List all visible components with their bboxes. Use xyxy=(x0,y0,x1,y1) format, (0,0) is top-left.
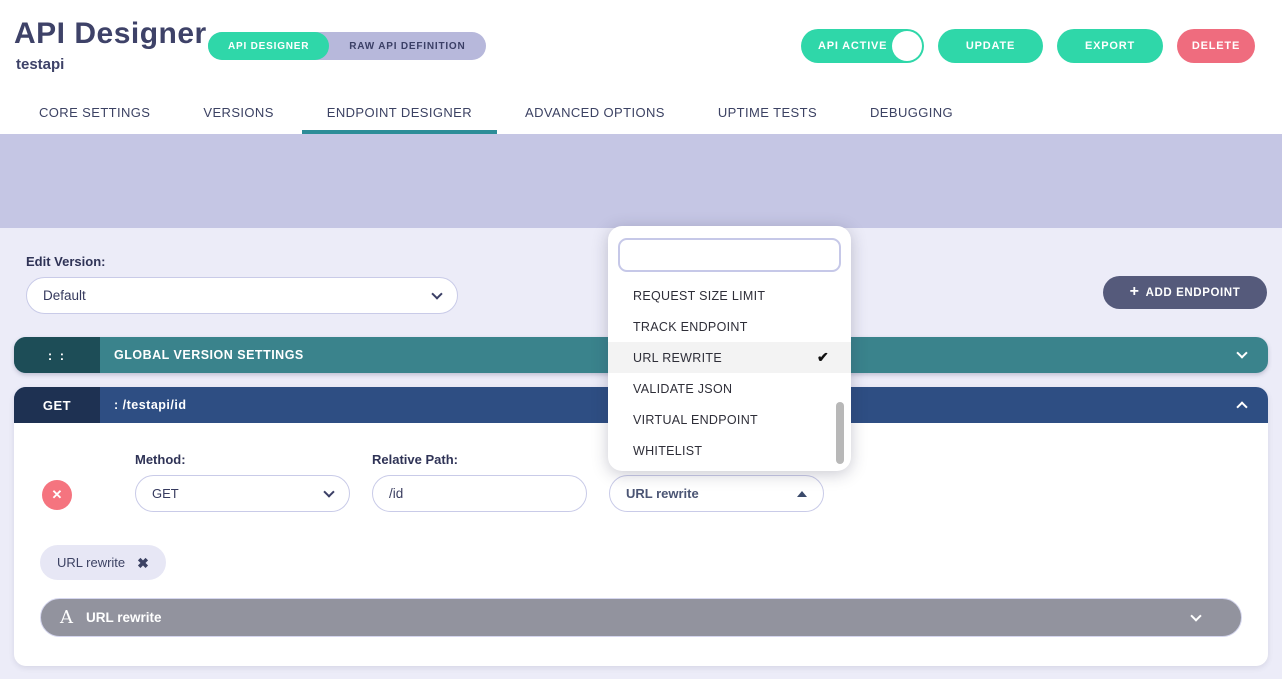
page-title: API Designer xyxy=(14,17,207,51)
endpoint-method-badge: GET xyxy=(14,387,100,423)
method-select-value: GET xyxy=(152,486,179,501)
delete-button[interactable]: DELETE xyxy=(1177,29,1255,63)
api-designer-page: API Designer testapi API DESIGNER RAW AP… xyxy=(0,0,1282,679)
url-rewrite-bar-label: URL rewrite xyxy=(86,610,162,625)
api-name-subtitle: testapi xyxy=(16,56,64,73)
page-header: API Designer testapi API DESIGNER RAW AP… xyxy=(0,0,1282,90)
chevron-down-icon[interactable] xyxy=(1236,347,1247,358)
edit-version-label: Edit Version: xyxy=(26,254,105,269)
method-label: Method: xyxy=(135,452,186,467)
section-tabs: CORE SETTINGS VERSIONS ENDPOINT DESIGNER… xyxy=(0,90,1282,134)
header-actions: API ACTIVE UPDATE EXPORT DELETE xyxy=(801,29,1255,63)
option-label: VIRTUAL ENDPOINT xyxy=(633,413,758,427)
toggle-knob xyxy=(892,31,922,61)
relative-path-label: Relative Path: xyxy=(372,452,458,467)
toggle-raw-api-definition[interactable]: RAW API DEFINITION xyxy=(329,32,485,60)
api-active-label: API ACTIVE xyxy=(818,40,887,52)
option-label: TRACK ENDPOINT xyxy=(633,320,748,334)
plugin-option-virtual-endpoint[interactable]: VIRTUAL ENDPOINT xyxy=(608,404,851,435)
plus-icon: + xyxy=(1130,283,1140,301)
global-version-settings-label: GLOBAL VERSION SETTINGS xyxy=(114,348,304,362)
plugin-chip-url-rewrite: URL rewrite ✖ xyxy=(40,545,166,580)
plugin-option-track-endpoint[interactable]: TRACK ENDPOINT xyxy=(608,311,851,342)
check-icon: ✔ xyxy=(817,349,829,366)
remove-chip-icon[interactable]: ✖ xyxy=(137,556,149,570)
plugin-option-validate-json[interactable]: VALIDATE JSON xyxy=(608,373,851,404)
chevron-up-icon[interactable] xyxy=(1236,401,1247,412)
scrollbar-thumb[interactable] xyxy=(836,402,844,464)
chevron-down-icon xyxy=(323,486,334,497)
drag-handle-icon[interactable]: : : xyxy=(14,337,100,373)
export-button[interactable]: EXPORT xyxy=(1057,29,1163,63)
plugins-select-value: URL rewrite xyxy=(626,486,699,501)
text-plugin-icon: A xyxy=(60,607,73,628)
add-endpoint-button[interactable]: + ADD ENDPOINT xyxy=(1103,276,1267,309)
update-button[interactable]: UPDATE xyxy=(938,29,1043,63)
plugins-option-list: REQUEST SIZE LIMIT TRACK ENDPOINT URL RE… xyxy=(608,280,851,466)
relative-path-input[interactable] xyxy=(372,475,587,512)
option-label: WHITELIST xyxy=(633,444,702,458)
caret-up-icon xyxy=(797,491,807,497)
tab-debugging[interactable]: DEBUGGING xyxy=(870,105,953,120)
version-select-value: Default xyxy=(43,288,86,303)
option-label: REQUEST SIZE LIMIT xyxy=(633,289,765,303)
plugin-option-url-rewrite[interactable]: URL REWRITE ✔ xyxy=(608,342,851,373)
api-info-banner: API URL: https://tyk123.cloudv2.tyk.io/t… xyxy=(0,134,1282,228)
toggle-api-designer[interactable]: API DESIGNER xyxy=(208,32,329,60)
plugin-option-whitelist[interactable]: WHITELIST xyxy=(608,435,851,466)
option-label: VALIDATE JSON xyxy=(633,382,732,396)
tab-advanced-options[interactable]: ADVANCED OPTIONS xyxy=(525,105,665,120)
remove-endpoint-button[interactable]: ✕ xyxy=(42,480,72,510)
add-endpoint-label: ADD ENDPOINT xyxy=(1146,287,1241,299)
plugins-dropdown: REQUEST SIZE LIMIT TRACK ENDPOINT URL RE… xyxy=(608,226,851,471)
method-select[interactable]: GET xyxy=(135,475,350,512)
url-rewrite-collapsible-bar[interactable]: A URL rewrite xyxy=(40,598,1242,637)
tab-uptime-tests[interactable]: UPTIME TESTS xyxy=(718,105,817,120)
api-active-toggle[interactable]: API ACTIVE xyxy=(801,29,924,63)
version-select[interactable]: Default xyxy=(26,277,458,314)
option-label: URL REWRITE xyxy=(633,351,722,365)
tab-endpoint-designer[interactable]: ENDPOINT DESIGNER xyxy=(327,105,472,120)
plugin-chip-label: URL rewrite xyxy=(57,555,125,570)
designer-mode-toggle[interactable]: API DESIGNER RAW API DEFINITION xyxy=(208,32,486,60)
plugin-option-request-size-limit[interactable]: REQUEST SIZE LIMIT xyxy=(608,280,851,311)
endpoint-path-label: : /testapi/id xyxy=(114,398,186,412)
chevron-down-icon[interactable] xyxy=(1190,610,1201,621)
chevron-down-icon xyxy=(431,288,442,299)
tab-versions[interactable]: VERSIONS xyxy=(203,105,273,120)
plugins-search-input[interactable] xyxy=(618,238,841,272)
plugins-select[interactable]: URL rewrite xyxy=(609,475,824,512)
tab-core-settings[interactable]: CORE SETTINGS xyxy=(39,105,150,120)
